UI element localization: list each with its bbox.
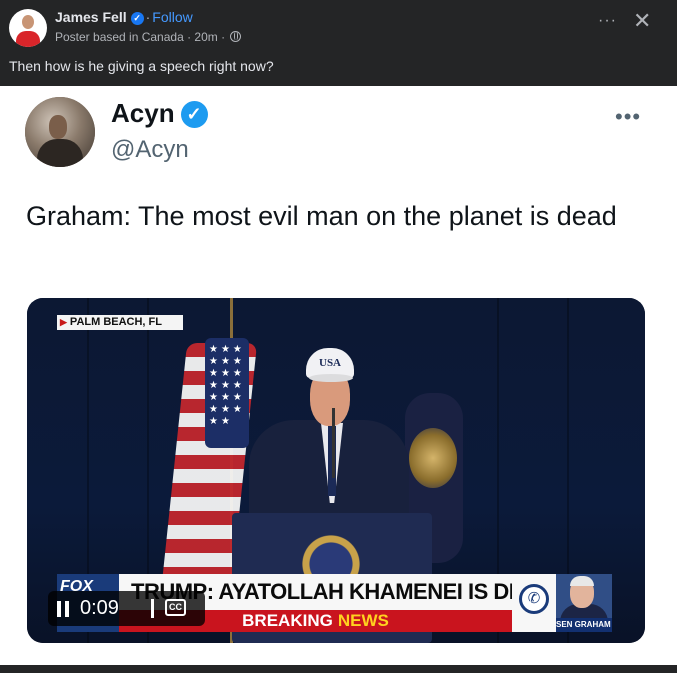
presidential-flag-seal [409, 428, 457, 488]
video-time: 0:09 [80, 597, 119, 619]
verified-badge-icon: ✓ [130, 12, 144, 25]
guest-label: SEN GRAHAM (R-SC) [556, 618, 612, 632]
video-controls: 0:09 CC [48, 591, 205, 626]
tweet-author-name: Acyn ✓ [111, 98, 208, 129]
post-header: James Fell ✓ · Follow Poster based in Canad… [0, 0, 677, 74]
follow-button[interactable]: Follow [152, 9, 192, 25]
breaking-label: BREAKING [242, 611, 333, 630]
post-text: Then how is he giving a speech right now… [9, 58, 274, 74]
tweet-verified-icon: ✓ [180, 101, 208, 128]
guest-hair [570, 576, 594, 586]
close-button[interactable]: ✕ [633, 8, 651, 34]
avatar-shirt [16, 31, 40, 47]
author-line: James Fell ✓ · Follow [55, 9, 193, 25]
embedded-tweet-image[interactable]: Acyn ✓ @Acyn ••• Graham: The most evil ma… [0, 86, 677, 665]
microphone [332, 408, 335, 478]
news-label: NEWS [337, 611, 389, 630]
phone-icon: ✆ [519, 584, 549, 614]
dateline-badge: ▶ PALM BEACH, FL [57, 315, 183, 330]
post-meta: Poster based in Canada · 20m · [55, 30, 242, 44]
tweet-more-icon: ••• [615, 104, 642, 129]
author-avatar[interactable] [9, 9, 47, 47]
tweet-avatar [25, 97, 95, 167]
flag-stars: ★★★★★★★★★★★★★★★★★★★★ [209, 344, 245, 427]
tweet-handle: @Acyn [111, 136, 189, 163]
tweet-avatar-body [37, 139, 83, 167]
follow-separator: · [145, 9, 151, 25]
globe-icon [230, 31, 242, 42]
phone-box: ✆ [512, 574, 556, 632]
tweet-avatar-face [49, 115, 67, 139]
closed-captions-icon[interactable]: CC [165, 599, 186, 616]
flag-canton: ★★★★★★★★★★★★★★★★★★★★ [205, 338, 249, 448]
avatar-head [22, 15, 34, 29]
post-meta-text[interactable]: Poster based in Canada · 20m · [55, 30, 225, 44]
video-player[interactable]: ★★★★★★★★★★★★★★★★★★★★ USA ▶ PALM BEACH, FL… [27, 298, 645, 643]
controls-divider [151, 599, 154, 618]
play-triangle-icon: ▶ [60, 317, 67, 327]
bottom-strip [0, 665, 677, 673]
post-more-button[interactable]: ··· [598, 12, 617, 30]
author-name[interactable]: James Fell [55, 9, 127, 25]
speaker-cap-brim [309, 374, 353, 382]
guest-box: SEN GRAHAM (R-SC) [556, 574, 612, 632]
pause-icon[interactable] [57, 601, 71, 617]
cap-text: USA [319, 357, 342, 369]
tweet-text: Graham: The most evil man on the planet … [26, 201, 617, 231]
dateline-text: PALM BEACH, FL [69, 316, 162, 328]
tweet-author-name-text: Acyn [111, 98, 175, 128]
